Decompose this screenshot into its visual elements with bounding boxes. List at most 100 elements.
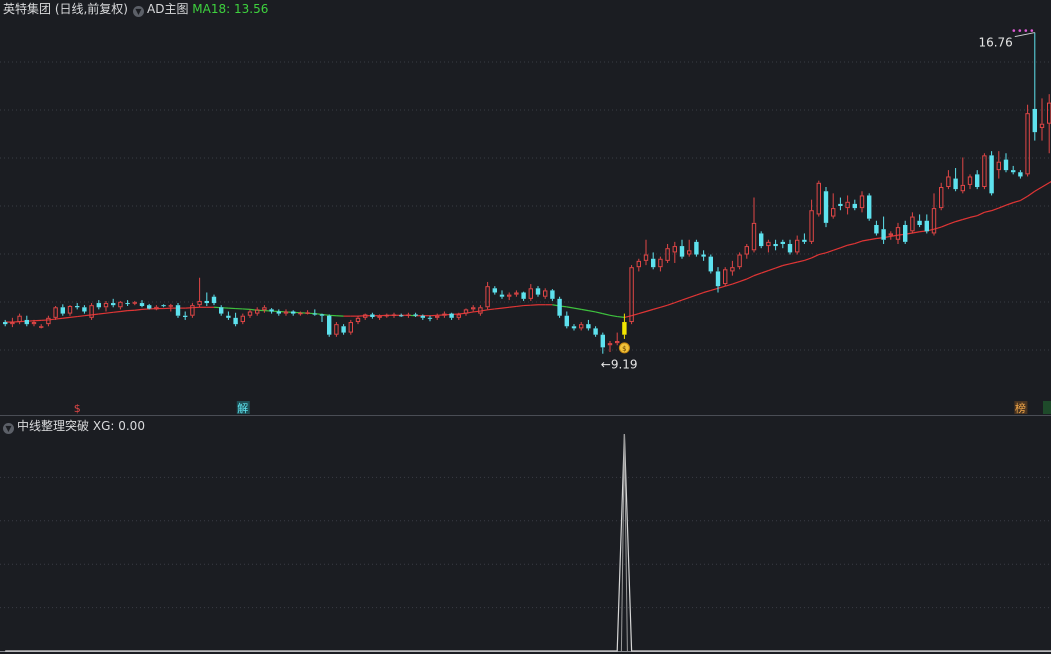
ma18-segment bbox=[991, 207, 999, 212]
ma18-segment bbox=[940, 223, 949, 228]
candle bbox=[507, 294, 512, 297]
candle bbox=[1003, 159, 1009, 171]
candle bbox=[535, 288, 541, 295]
ma18-segment bbox=[120, 310, 128, 313]
candle bbox=[687, 250, 692, 255]
candle bbox=[420, 315, 425, 318]
high-pointer bbox=[1014, 32, 1035, 38]
ma18-segment bbox=[105, 311, 114, 314]
candle bbox=[183, 315, 188, 317]
ma18-segment bbox=[739, 278, 747, 283]
candle bbox=[881, 229, 886, 240]
xg-line bbox=[5, 433, 1051, 652]
candle bbox=[780, 241, 785, 244]
candle bbox=[39, 326, 44, 328]
candle bbox=[312, 313, 317, 315]
candle bbox=[413, 314, 418, 316]
ma18-segment bbox=[804, 257, 812, 262]
ma18-segment bbox=[984, 210, 992, 213]
candle bbox=[204, 300, 209, 304]
candle bbox=[809, 210, 814, 242]
candle bbox=[334, 324, 339, 335]
marker-text: 解 bbox=[237, 401, 248, 415]
candle bbox=[1032, 108, 1037, 133]
candle bbox=[1039, 123, 1045, 128]
candle bbox=[910, 216, 915, 232]
candle bbox=[766, 241, 771, 247]
candle bbox=[118, 301, 123, 308]
ma18-segment bbox=[509, 305, 517, 308]
ma18-segment bbox=[854, 240, 863, 245]
candle bbox=[694, 241, 699, 255]
candle bbox=[46, 317, 51, 325]
candle bbox=[82, 307, 87, 312]
candle bbox=[982, 155, 987, 188]
candle bbox=[895, 227, 901, 240]
candle bbox=[586, 324, 591, 329]
ma18-segment bbox=[689, 294, 697, 299]
candle bbox=[658, 258, 663, 268]
candle bbox=[355, 317, 361, 323]
candle bbox=[924, 220, 929, 232]
candle bbox=[60, 307, 65, 314]
candle bbox=[24, 319, 29, 325]
ma18-segment bbox=[998, 204, 1007, 209]
candle bbox=[1025, 113, 1030, 175]
mark-dot bbox=[1030, 29, 1034, 32]
candle bbox=[600, 334, 605, 348]
candle bbox=[672, 246, 677, 253]
candle bbox=[514, 292, 519, 295]
ma18-segment bbox=[948, 221, 956, 225]
candle bbox=[492, 288, 497, 293]
ma18-segment bbox=[617, 315, 625, 318]
candle bbox=[816, 182, 821, 215]
candle bbox=[219, 307, 224, 314]
ma18-segment bbox=[473, 310, 481, 313]
candle bbox=[737, 254, 742, 268]
ma18-segment bbox=[681, 297, 690, 301]
candle bbox=[427, 317, 433, 319]
candle bbox=[255, 309, 260, 314]
candle bbox=[125, 303, 130, 305]
ma18-segment bbox=[775, 264, 783, 269]
marker-text: 榜 bbox=[1015, 401, 1026, 415]
ma18-segment bbox=[91, 313, 99, 316]
candle bbox=[773, 243, 778, 247]
ma18-segment bbox=[602, 313, 611, 316]
ma18-segment bbox=[717, 285, 726, 289]
candle bbox=[607, 343, 613, 346]
candle bbox=[211, 296, 217, 304]
candle bbox=[802, 239, 807, 242]
candle bbox=[67, 306, 73, 314]
ma18-segment bbox=[962, 216, 971, 221]
candle bbox=[723, 269, 728, 285]
ma18-segment bbox=[955, 218, 963, 223]
ma18-segment bbox=[761, 269, 769, 274]
ma18-segment bbox=[588, 310, 596, 313]
price-chart[interactable]: 16.76 ←9.19 $ $ 解 榜 bbox=[0, 0, 1051, 654]
mark-dot bbox=[1018, 29, 1022, 32]
ma18-segment bbox=[77, 315, 85, 318]
ma18-segment bbox=[84, 314, 92, 317]
candle bbox=[463, 309, 469, 314]
candle bbox=[276, 311, 281, 314]
ma18-segment bbox=[55, 317, 63, 320]
low-price-label: ←9.19 bbox=[601, 358, 638, 372]
candle bbox=[161, 305, 166, 307]
candle bbox=[715, 271, 721, 287]
ma18-segment bbox=[703, 289, 711, 294]
candle bbox=[744, 246, 749, 255]
candle bbox=[636, 260, 641, 268]
candle bbox=[831, 208, 836, 217]
ma18-segment bbox=[912, 231, 920, 234]
candle bbox=[384, 314, 390, 317]
mark-dot bbox=[1012, 29, 1016, 32]
candle bbox=[103, 303, 109, 308]
candle bbox=[787, 243, 793, 253]
candle bbox=[665, 248, 670, 261]
candle bbox=[730, 267, 735, 272]
ma18-segment bbox=[782, 263, 791, 267]
ma18-segment bbox=[1034, 186, 1043, 192]
candle bbox=[579, 324, 584, 329]
candle bbox=[471, 307, 476, 310]
